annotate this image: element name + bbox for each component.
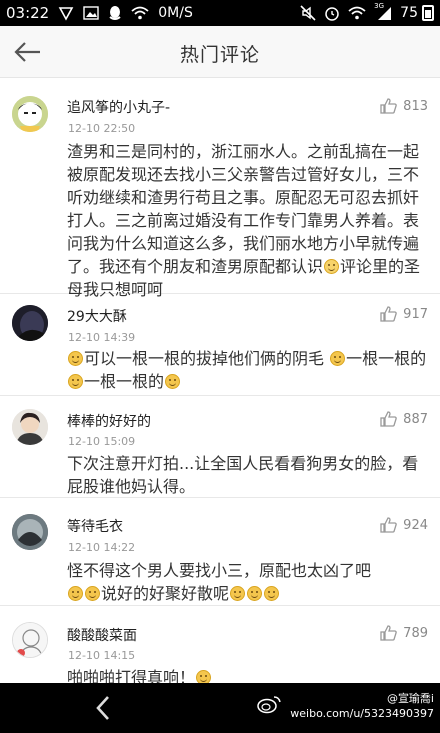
comment-text: 可以一根一根的拔掉他们俩的阴毛 一根一根的一根一根的 [67,347,431,393]
location-icon [58,7,74,21]
comment-time: 12-10 14:15 [68,649,136,662]
comment-username[interactable]: 追风筝的小丸子- [67,97,170,117]
like-button[interactable]: 917 [380,306,428,322]
comment-text-part: 一根一根的 [346,349,427,368]
grin-emoji-icon [196,670,212,683]
watermark: @宣瑜喬i weibo.com/u/5323490397 [257,691,434,721]
avatar[interactable] [12,409,48,445]
like-count: 813 [403,98,428,114]
header-bar: 热门评论 [0,26,440,78]
mute-icon [300,5,316,21]
worried-emoji-icon [230,586,246,601]
thumbs-up-icon [380,625,397,641]
comment-item[interactable]: 酸酸酸菜面 12-10 14:15 789 啪啪啪打得真响！ [0,606,440,683]
comment-text: 啪啪啪打得真响！ [67,666,431,683]
comment-username[interactable]: 等待毛衣 [67,516,123,536]
like-count: 924 [403,517,428,533]
comment-text: 怪不得这个男人要找小三，原配也太凶了吧 说好的好聚好散呢 [67,559,431,605]
worried-emoji-icon [247,586,263,601]
nav-back-button[interactable] [92,695,116,721]
like-button[interactable]: 789 [380,625,428,641]
status-bar: 03:22 0M/S 3G 75 [0,0,440,26]
comment-text-part: 一根一根的 [84,372,165,391]
battery-level: 75 [400,5,418,21]
bottom-nav-bar: @宣瑜喬i weibo.com/u/5323490397 [0,683,440,733]
comment-text-body: 啪啪啪打得真响！ [67,668,196,683]
comment-time: 12-10 14:39 [68,331,136,344]
comment-username[interactable]: 酸酸酸菜面 [67,625,137,645]
comment-text-part: 说好的好聚好散呢 [101,584,230,603]
comment-username[interactable]: 棒棒的好好的 [67,411,151,431]
thumbs-up-icon [380,98,397,114]
comment-text-part: 可以一根一根的拔掉他们俩的阴毛 [84,349,325,368]
comment-list[interactable]: 追风筝的小丸子- 12-10 22:50 813 渣男和三是同村的，浙江丽水人。… [0,78,440,683]
comment-time: 12-10 14:22 [68,541,136,554]
like-button[interactable]: 813 [380,98,428,114]
network-speed: 0M/S [158,5,193,21]
smiley-emoji-icon [324,259,340,274]
smiley-emoji-icon [165,374,181,389]
avatar[interactable] [12,96,48,132]
smiley-emoji-icon [68,351,83,366]
comment-text-body: 渣男和三是同村的，浙江丽水人。之前乱搞在一起被原配发现还去找小三父亲警告过管好女… [67,142,420,276]
like-button[interactable]: 887 [380,411,428,427]
page-title: 热门评论 [179,44,260,66]
worried-emoji-icon [68,586,83,601]
comment-item[interactable]: 棒棒的好好的 12-10 15:09 887 下次注意开灯拍...让全国人民看看… [0,396,440,498]
status-time: 03:22 [6,4,50,22]
thumbs-up-icon [380,306,397,322]
worried-emoji-icon [264,586,280,601]
avatar[interactable] [12,514,48,550]
comment-time: 12-10 15:09 [68,435,136,448]
wifi-signal-icon [348,6,366,20]
like-button[interactable]: 924 [380,517,428,533]
thumbs-up-icon [380,411,397,427]
battery-icon: 75 [400,5,434,21]
watermark-url: weibo.com/u/5323490397 [290,707,434,720]
comment-text: 下次注意开灯拍...让全国人民看看狗男女的脸，看屁股谁他妈认得。 [67,454,419,496]
comment-item[interactable]: 追风筝的小丸子- 12-10 22:50 813 渣男和三是同村的，浙江丽水人。… [0,78,440,299]
chevron-left-icon [96,696,109,720]
comment-text: 渣男和三是同村的，浙江丽水人。之前乱搞在一起被原配发现还去找小三父亲警告过管好女… [67,140,431,301]
image-notification-icon [83,6,99,20]
alarm-icon [325,7,339,21]
comment-item[interactable]: 等待毛衣 12-10 14:22 924 怪不得这个男人要找小三，原配也太凶了吧… [0,498,440,606]
worried-emoji-icon [85,586,100,601]
comment-time: 12-10 22:50 [68,122,136,135]
avatar[interactable] [12,305,48,341]
like-count: 789 [403,625,428,641]
like-count: 917 [403,306,428,322]
smiley-emoji-icon [330,351,346,366]
wifi-icon [131,6,149,20]
weibo-logo-icon [257,696,282,714]
comment-text-line: 说好的好聚好散呢 [67,582,431,605]
thumbs-up-icon [380,517,397,533]
comment-text-line: 怪不得这个男人要找小三，原配也太凶了吧 [67,561,372,580]
avatar[interactable] [12,622,48,658]
like-count: 887 [403,411,428,427]
qq-icon [109,6,121,20]
comment-username[interactable]: 29大大酥 [67,306,127,326]
cellular-signal-icon: 3G [374,2,392,21]
watermark-author: @宣瑜喬i [386,692,434,705]
smiley-emoji-icon [68,374,83,389]
comment-item[interactable]: 29大大酥 12-10 14:39 917 可以一根一根的拔掉他们俩的阴毛 一根… [0,294,440,396]
